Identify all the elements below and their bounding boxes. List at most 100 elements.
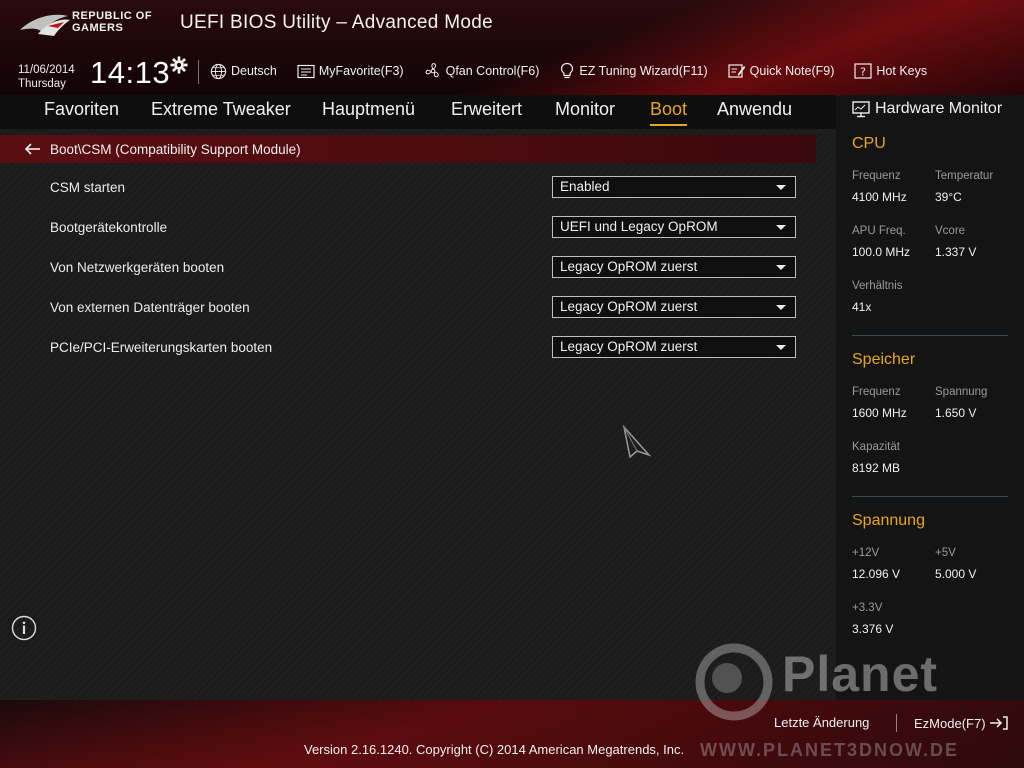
date-text: 11/06/2014 <box>18 64 75 76</box>
setting-label: CSM starten <box>50 180 126 195</box>
dropdown-value: Enabled <box>560 179 610 194</box>
myfavorite-label: MyFavorite(F3) <box>318 64 404 78</box>
setting-row-csm-start: CSM starten Enabled <box>50 176 800 200</box>
tab-extreme-tweaker[interactable]: Extreme Tweaker <box>151 99 291 120</box>
myfavorite-button[interactable]: MyFavorite(F3) <box>297 64 404 79</box>
footer-divider <box>896 714 897 732</box>
monitor-icon <box>852 100 870 117</box>
hardware-monitor-label: Hardware Monitor <box>875 100 1003 117</box>
globe-icon <box>210 63 227 79</box>
last-change-button[interactable]: Letzte Änderung <box>774 715 869 730</box>
dropdown-value: Legacy OpROM zuerst <box>560 339 698 354</box>
network-boot-dropdown[interactable]: Legacy OpROM zuerst <box>552 256 796 278</box>
section-divider <box>852 496 1008 497</box>
gear-icon[interactable] <box>170 56 188 74</box>
voltage-heading: Spannung <box>852 512 925 529</box>
cpu-freq-value: 4100 MHz <box>852 190 907 204</box>
language-label: Deutsch <box>231 64 277 78</box>
quick-note-button[interactable]: Quick Note(F9) <box>728 63 835 79</box>
mouse-pointer-icon <box>622 425 652 459</box>
lightbulb-icon <box>561 62 574 79</box>
vcore-value: 1.337 V <box>935 245 977 259</box>
memory-volt-value: 1.650 V <box>935 406 977 420</box>
chevron-down-icon <box>776 225 786 230</box>
setting-label: Von externen Datenträger booten <box>50 300 250 315</box>
chevron-down-icon <box>776 305 786 310</box>
info-icon[interactable] <box>11 615 37 641</box>
storage-boot-dropdown[interactable]: Legacy OpROM zuerst <box>552 296 796 318</box>
rog-brand-text: REPUBLIC OF GAMERS <box>72 10 152 34</box>
chevron-down-icon <box>776 345 786 350</box>
quick-note-label: Quick Note(F9) <box>749 64 835 78</box>
memory-heading: Speicher <box>852 351 916 368</box>
svg-text:?: ? <box>860 65 866 78</box>
setting-row-pcie-boot: PCIe/PCI-Erweiterungskarten booten Legac… <box>50 336 800 360</box>
tab-favoriten[interactable]: Favoriten <box>44 99 119 120</box>
memory-capacity-label: Kapazität <box>852 441 900 453</box>
cpu-heading: CPU <box>852 135 886 152</box>
header-bar: REPUBLIC OF GAMERS UEFI BIOS Utility – A… <box>0 0 1024 96</box>
setting-row-network-boot: Von Netzwerkgeräten booten Legacy OpROM … <box>50 256 800 280</box>
dropdown-value: Legacy OpROM zuerst <box>560 299 698 314</box>
tab-monitor[interactable]: Monitor <box>555 99 615 120</box>
v12-label: +12V <box>852 547 880 559</box>
setting-label: PCIe/PCI-Erweiterungskarten booten <box>50 340 273 355</box>
watermark-name: Planet <box>782 646 939 702</box>
ez-tuning-wizard-button[interactable]: EZ Tuning Wizard(F11) <box>559 62 708 80</box>
date-block: 11/06/2014 Thursday <box>18 63 75 91</box>
hot-keys-label: Hot Keys <box>876 64 928 78</box>
setting-label: Bootgerätekontrolle <box>50 220 168 235</box>
hardware-monitor-panel: Hardware Monitor CPU Frequenz 4100 MHz T… <box>842 95 1024 700</box>
watermark-url: WWW.PLANET3DNOW.DE <box>700 740 959 760</box>
qfan-control-button[interactable]: Qfan Control(F6) <box>424 62 539 80</box>
vcore-label: Vcore <box>935 225 966 237</box>
hardware-monitor-title: Hardware Monitor <box>852 100 1002 118</box>
ez-tuning-label: EZ Tuning Wizard(F11) <box>579 64 708 78</box>
exit-arrow-icon <box>989 716 1008 730</box>
clock-time[interactable]: 14:13 <box>90 55 170 91</box>
cpu-freq-label: Frequenz <box>852 170 901 182</box>
ratio-label: Verhältnis <box>852 280 903 292</box>
memory-freq-label: Frequenz <box>852 386 901 398</box>
csm-start-dropdown[interactable]: Enabled <box>552 176 796 198</box>
setting-label: Von Netzwerkgeräten booten <box>50 260 225 275</box>
breadcrumb[interactable]: Boot\CSM (Compatibility Support Module) <box>0 135 816 163</box>
weekday-text: Thursday <box>18 78 66 90</box>
v33-value: 3.376 V <box>852 622 894 636</box>
cpu-temp-value: 39°C <box>935 190 962 204</box>
app-title: UEFI BIOS Utility – Advanced Mode <box>180 12 493 33</box>
v33-label: +3.3V <box>852 602 883 614</box>
version-copyright: Version 2.16.1240. Copyright (C) 2014 Am… <box>304 742 685 757</box>
v5-label: +5V <box>935 547 956 559</box>
tab-boot[interactable]: Boot <box>650 99 688 126</box>
brand-line-2: GAMERS <box>72 22 124 34</box>
main-nav: Favoriten Extreme Tweaker Hauptmenü Erwe… <box>0 95 836 129</box>
chevron-down-icon <box>776 185 786 190</box>
ratio-value: 41x <box>852 300 872 314</box>
tab-erweitert[interactable]: Erweitert <box>451 99 522 120</box>
apu-freq-label: APU Freq. <box>852 225 906 237</box>
back-arrow-icon[interactable] <box>24 142 42 156</box>
memory-freq-value: 1600 MHz <box>852 406 907 420</box>
fan-icon <box>425 63 439 78</box>
cpu-temp-label: Temperatur <box>935 170 994 182</box>
memory-volt-label: Spannung <box>935 386 988 398</box>
ezmode-button[interactable]: EzMode(F7) <box>914 715 1009 731</box>
tab-anwendungen[interactable]: Anwendu <box>717 99 792 120</box>
section-divider <box>852 335 1008 336</box>
chevron-down-icon <box>776 265 786 270</box>
boot-device-control-dropdown[interactable]: UEFI und Legacy OpROM <box>552 216 796 238</box>
pcie-boot-dropdown[interactable]: Legacy OpROM zuerst <box>552 336 796 358</box>
language-button[interactable]: Deutsch <box>210 63 277 80</box>
v12-value: 12.096 V <box>852 567 901 581</box>
setting-row-storage-boot: Von externen Datenträger booten Legacy O… <box>50 296 800 320</box>
memory-capacity-value: 8192 MB <box>852 461 901 475</box>
apu-freq-value: 100.0 MHz <box>852 245 911 259</box>
header-divider <box>198 60 199 84</box>
v5-value: 5.000 V <box>935 567 977 581</box>
note-pencil-icon <box>728 64 745 78</box>
hot-keys-button[interactable]: ? Hot Keys <box>854 63 927 79</box>
settings-panel: Boot\CSM (Compatibility Support Module) … <box>0 129 836 700</box>
tab-hauptmenue[interactable]: Hauptmenü <box>322 99 415 120</box>
toolbar: Deutsch MyFavorite(F3) Qfan Control(F6) <box>210 60 947 82</box>
